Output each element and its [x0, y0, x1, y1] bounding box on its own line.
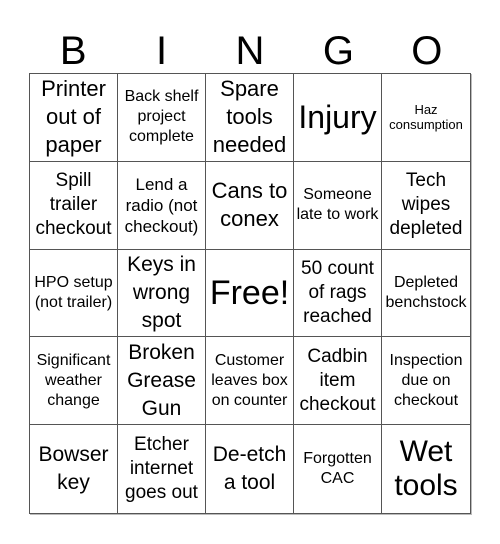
bingo-cell[interactable]: Cadbin item checkout	[294, 337, 382, 426]
header-letter-n: N	[235, 29, 265, 73]
cell-text: HPO setup (not trailer)	[34, 273, 113, 311]
cell-text: Tech wipes depleted	[389, 170, 463, 240]
bingo-cell[interactable]: 50 count of rags reached	[294, 249, 382, 338]
header-letter-g: G	[322, 29, 354, 73]
cell-text: Wet tools	[394, 435, 458, 503]
bingo-cell[interactable]: Keys in wrong spot	[118, 249, 206, 338]
cell-text: Free!	[209, 273, 290, 312]
bingo-cell[interactable]: Injury	[294, 74, 382, 162]
cell-text: Broken Grease Gun	[127, 340, 196, 420]
bingo-cell[interactable]: De-etch a tool	[206, 425, 294, 513]
bingo-cell[interactable]: Lend a radio (not checkout)	[118, 161, 206, 250]
cell-text: Spare tools needed	[212, 76, 287, 158]
cell-text: Haz consumption	[389, 102, 463, 133]
bingo-cell[interactable]: Cans to conex	[206, 161, 294, 250]
bingo-cell[interactable]: Etcher internet goes out	[118, 425, 206, 513]
header-letter-o: O	[411, 29, 443, 73]
bingo-cell[interactable]: Spare tools needed	[206, 74, 294, 162]
cell-text: Cans to conex	[211, 178, 288, 232]
bingo-cell[interactable]: Broken Grease Gun	[118, 337, 206, 426]
bingo-cell[interactable]: Wet tools	[382, 425, 470, 513]
cell-text: Spill trailer checkout	[35, 170, 112, 240]
cell-text: Customer leaves box on counter	[211, 351, 288, 409]
cell-text: Bowser key	[38, 443, 109, 495]
cell-text: Cadbin item checkout	[299, 345, 376, 415]
bingo-cell[interactable]: Back shelf project complete	[118, 74, 206, 162]
cell-text: Inspection due on checkout	[389, 351, 463, 409]
bingo-cell[interactable]: Printer out of paper	[30, 74, 118, 162]
bingo-card-grid: Printer out of paper Back shelf project …	[29, 73, 471, 514]
bingo-cell[interactable]: Inspection due on checkout	[382, 337, 470, 426]
header-letter-i: I	[156, 29, 168, 73]
cell-text: Depleted benchstock	[385, 273, 467, 311]
cell-text: Printer out of paper	[41, 76, 106, 158]
bingo-cell[interactable]: Spill trailer checkout	[30, 161, 118, 250]
bingo-cell[interactable]: Haz consumption	[382, 74, 470, 162]
bingo-cell[interactable]: Customer leaves box on counter	[206, 337, 294, 426]
bingo-cell[interactable]: Tech wipes depleted	[382, 162, 470, 250]
cell-text: Etcher internet goes out	[125, 434, 198, 504]
header-letter-b: B	[59, 29, 87, 73]
bingo-cell[interactable]: Someone late to work	[294, 161, 382, 250]
cell-text: Significant weather change	[36, 351, 111, 409]
cell-text: Lend a radio (not checkout)	[124, 174, 199, 236]
bingo-cell[interactable]: Bowser key	[30, 425, 118, 513]
cell-text: De-etch a tool	[212, 443, 287, 495]
cell-text: Someone late to work	[296, 186, 379, 224]
cell-text: 50 count of rags reached	[301, 257, 374, 327]
bingo-cell-free[interactable]: Free!	[206, 249, 294, 338]
bingo-cell[interactable]: Depleted benchstock	[382, 250, 470, 338]
bingo-header: B I N G O	[29, 28, 471, 74]
bingo-cell[interactable]: Forgotten CAC	[294, 425, 382, 513]
cell-text: Back shelf project complete	[124, 88, 199, 146]
cell-text: Injury	[298, 99, 377, 136]
bingo-cell[interactable]: HPO setup (not trailer)	[30, 249, 118, 338]
cell-text: Forgotten CAC	[303, 450, 372, 488]
bingo-cell[interactable]: Significant weather change	[30, 337, 118, 426]
cell-text: Keys in wrong spot	[127, 252, 196, 332]
